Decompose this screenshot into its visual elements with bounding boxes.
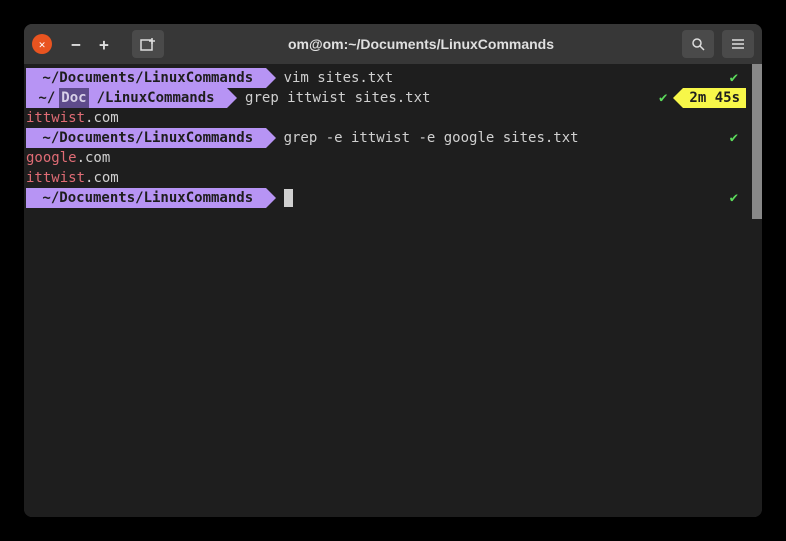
output-line: ittwist.com	[26, 168, 760, 188]
output-line: google.com	[26, 148, 760, 168]
prompt-path-abbrev: Doc	[59, 88, 88, 108]
close-button[interactable]: ✕	[32, 34, 52, 54]
grep-match: google	[26, 148, 77, 168]
grep-match: ittwist	[26, 168, 85, 188]
output-text: .com	[77, 148, 111, 168]
minimize-button[interactable]: −	[64, 32, 88, 56]
grep-match: ittwist	[26, 108, 85, 128]
output-line: ittwist.com	[26, 108, 760, 128]
command-text: grep ittwist sites.txt	[227, 88, 430, 108]
new-tab-button[interactable]	[132, 30, 164, 58]
cursor	[284, 189, 293, 207]
check-icon: ✔	[730, 188, 746, 208]
check-icon: ✔	[730, 68, 746, 88]
command-text: grep -e ittwist -e google sites.txt	[266, 128, 579, 148]
prompt-line: ~/Documents/LinuxCommands vim sites.txt …	[26, 68, 760, 88]
prompt-path: ~/Documents/LinuxCommands	[26, 68, 266, 88]
terminal-body[interactable]: ~/Documents/LinuxCommands vim sites.txt …	[24, 64, 762, 517]
output-text: .com	[85, 168, 119, 188]
prompt-path: ~/Documents/LinuxCommands	[26, 188, 266, 208]
search-button[interactable]	[682, 30, 714, 58]
maximize-button[interactable]: +	[92, 32, 116, 56]
titlebar: ✕ − + om@om:~/Documents/LinuxCommands	[24, 24, 762, 64]
prompt-line: ~/Documents/LinuxCommands ✔	[26, 188, 760, 208]
search-icon	[691, 37, 705, 51]
window-title: om@om:~/Documents/LinuxCommands	[168, 36, 674, 52]
terminal-window: ✕ − + om@om:~/Documents/LinuxCommands ~/…	[24, 24, 762, 517]
command-text: vim sites.txt	[266, 68, 394, 88]
prompt-line: ~/Documents/LinuxCommands grep -e ittwis…	[26, 128, 760, 148]
hamburger-icon	[731, 38, 745, 50]
prompt-path: ~/	[26, 88, 59, 108]
duration-badge: 2m 45s	[683, 88, 746, 108]
menu-button[interactable]	[722, 30, 754, 58]
prompt-path: ~/Documents/LinuxCommands	[26, 128, 266, 148]
scrollbar[interactable]	[752, 64, 762, 219]
check-icon: ✔	[730, 128, 746, 148]
output-text: .com	[85, 108, 119, 128]
prompt-path: /LinuxCommands	[89, 88, 227, 108]
prompt-line: ~/Doc/LinuxCommands grep ittwist sites.t…	[26, 88, 760, 108]
